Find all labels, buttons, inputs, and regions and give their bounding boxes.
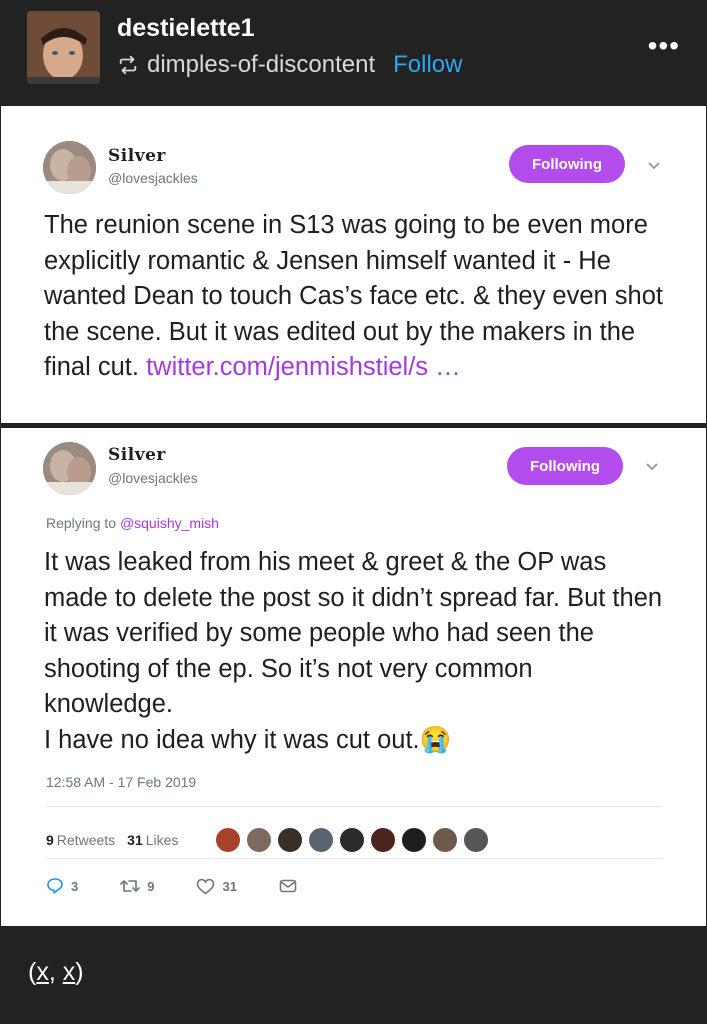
- footer-close-paren: ): [75, 958, 84, 986]
- likes-count[interactable]: 31: [127, 832, 143, 848]
- heart-icon: [197, 878, 215, 894]
- envelope-icon: [279, 879, 297, 893]
- following-button[interactable]: Following: [507, 447, 623, 485]
- tweet-body-last-line: I have no idea why it was cut out.: [44, 725, 420, 754]
- retweets-count[interactable]: 9: [46, 832, 54, 848]
- following-button[interactable]: Following: [509, 145, 625, 183]
- retweet-count: 9: [147, 878, 155, 894]
- tweet-handle[interactable]: @lovesjackles: [108, 470, 198, 486]
- like-action[interactable]: 31: [196, 878, 237, 895]
- tweet-timestamp[interactable]: 12:58 AM - 17 Feb 2019: [46, 774, 196, 790]
- replying-prefix: Replying to: [46, 515, 117, 531]
- tweet-display-name[interactable]: Silver: [108, 146, 166, 166]
- more-options-icon[interactable]: •••: [648, 32, 680, 60]
- liker-avatar[interactable]: [370, 827, 396, 853]
- tweet-handle[interactable]: @lovesjackles: [108, 170, 198, 186]
- tweet-card: Silver @lovesjackles Following Replying …: [1, 428, 706, 926]
- follow-button[interactable]: Follow: [393, 51, 462, 79]
- reply-icon: [47, 878, 63, 894]
- avatar-image: [27, 11, 100, 84]
- footer-caption: (x, x): [28, 958, 84, 987]
- crying-emoji: 😭: [419, 725, 452, 754]
- tweet-actions: 3 9 31: [46, 874, 304, 898]
- chevron-down-icon[interactable]: [645, 462, 659, 472]
- liker-avatar[interactable]: [215, 827, 241, 853]
- chevron-down-icon[interactable]: [647, 161, 661, 171]
- footer-x-right: x: [62, 958, 76, 986]
- tweet-avatar[interactable]: [43, 442, 96, 495]
- tweet-card: Silver @lovesjackles Following The reuni…: [1, 106, 706, 423]
- retweet-action[interactable]: 9: [120, 878, 154, 894]
- like-count: 31: [222, 878, 237, 894]
- tweet-avatar[interactable]: [43, 141, 96, 194]
- avatar[interactable]: [27, 11, 100, 84]
- liker-avatar[interactable]: [308, 827, 334, 853]
- tweet-link[interactable]: twitter.com/jenmishstiel/s …: [146, 353, 461, 381]
- divider: [46, 858, 662, 859]
- tweet-text: It was leaked from his meet & greet & th…: [44, 545, 664, 758]
- tweet-stats: 9 Retweets 31 Likes: [46, 825, 178, 855]
- retweet-icon: [120, 880, 141, 892]
- post-header: destielette1 dimples-of-discontent Follo…: [0, 0, 707, 106]
- footer-x-left: x: [36, 958, 49, 986]
- reblog-source-name[interactable]: dimples-of-discontent: [147, 51, 375, 79]
- divider: [46, 806, 662, 807]
- post-username[interactable]: destielette1: [117, 14, 255, 43]
- liker-avatar[interactable]: [432, 827, 458, 853]
- liker-avatar[interactable]: [277, 827, 303, 853]
- likes-label[interactable]: Likes: [146, 832, 179, 848]
- liker-avatar[interactable]: [246, 827, 272, 853]
- reply-action[interactable]: 3: [46, 877, 78, 895]
- avatar-image: [43, 442, 96, 495]
- message-action[interactable]: [279, 879, 304, 893]
- reply-count: 3: [71, 878, 79, 894]
- reblog-row: dimples-of-discontent Follow: [117, 50, 462, 80]
- avatar-image: [43, 141, 96, 194]
- tweet-text: The reunion scene in S13 was going to be…: [44, 208, 684, 386]
- replying-to: Replying to @squishy_mish: [46, 515, 219, 531]
- footer-comma: ,: [48, 958, 63, 986]
- liker-avatar[interactable]: [401, 827, 427, 853]
- tweet-body: It was leaked from his meet & greet & th…: [44, 548, 663, 718]
- likers-avatars: [215, 825, 494, 855]
- liker-avatar[interactable]: [339, 827, 365, 853]
- retweets-label[interactable]: Retweets: [57, 832, 115, 848]
- tweet-display-name[interactable]: Silver: [108, 445, 166, 465]
- liker-avatar[interactable]: [463, 827, 489, 853]
- reply-mention-link[interactable]: @squishy_mish: [120, 515, 219, 531]
- reblog-icon: [119, 55, 137, 75]
